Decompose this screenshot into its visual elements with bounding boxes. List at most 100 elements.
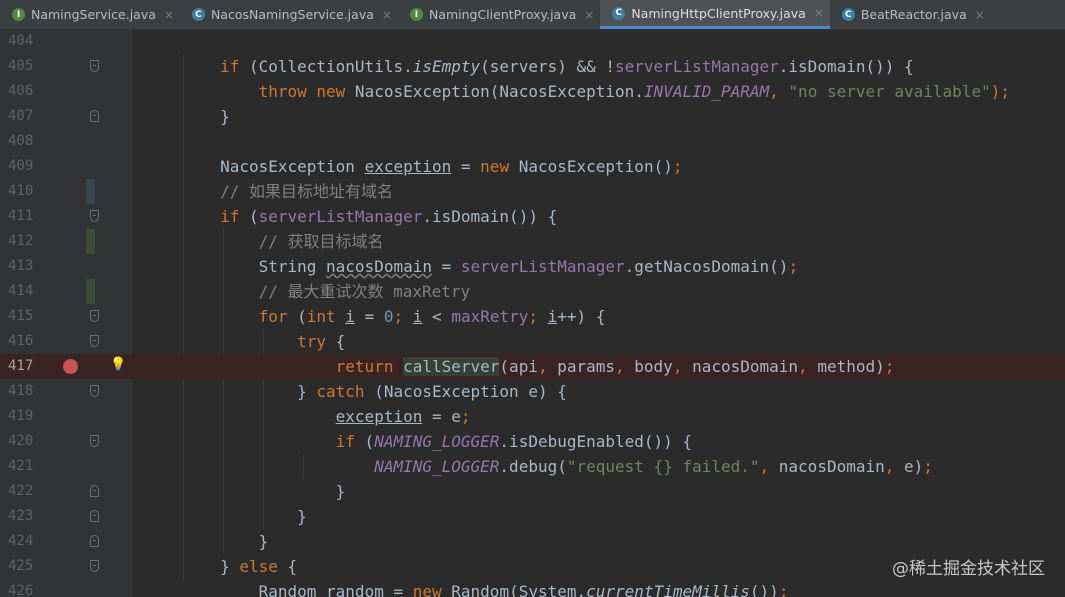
tab-namingservice[interactable]: I NamingService.java × <box>0 0 180 29</box>
code-text[interactable]: Random random = new Random(System.curren… <box>143 579 789 597</box>
line-number: 412 <box>8 233 34 249</box>
code-line[interactable]: 424 } <box>0 529 1065 554</box>
code-line[interactable]: 410 // 如果目标地址有域名 <box>0 179 1065 204</box>
code-text[interactable]: exception = e; <box>143 404 471 429</box>
line-number: 410 <box>8 183 34 199</box>
tab-label: NamingService.java <box>31 7 156 22</box>
fold-icon[interactable] <box>90 335 99 347</box>
code-line[interactable]: 415 for (int i = 0; i < maxRetry; i++) { <box>0 304 1065 329</box>
change-marker[interactable] <box>86 279 95 304</box>
tab-naminghttpclientproxy[interactable]: C NamingHttpClientProxy.java × <box>600 0 830 29</box>
close-icon[interactable]: × <box>584 8 594 22</box>
code-text[interactable]: // 如果目标地址有域名 <box>143 179 393 204</box>
close-icon[interactable]: × <box>975 8 985 22</box>
code-token: serverListManager <box>615 57 779 76</box>
code-line[interactable]: 404 <box>0 29 1065 54</box>
code-token: i <box>547 307 558 326</box>
code-token: body <box>634 357 673 376</box>
fold-icon[interactable] <box>90 310 99 322</box>
code-line[interactable]: 421 NAMING_LOGGER.debug("request {} fail… <box>0 454 1065 479</box>
code-token: new <box>480 157 510 176</box>
intention-bulb-icon[interactable]: 💡 <box>110 357 126 372</box>
code-token: String <box>143 257 327 276</box>
code-token: } <box>143 557 240 576</box>
code-line[interactable]: 414 // 最大重试次数 maxRetry <box>0 279 1065 304</box>
code-text[interactable]: } else { <box>143 554 297 579</box>
code-text[interactable]: } <box>143 529 269 554</box>
fold-icon[interactable] <box>90 60 99 72</box>
close-icon[interactable]: × <box>814 6 824 20</box>
close-icon[interactable]: × <box>382 8 392 22</box>
code-token: .debug( <box>499 457 567 476</box>
code-line[interactable]: 420 if (NAMING_LOGGER.isDebugEnabled()) … <box>0 429 1065 454</box>
line-number: 419 <box>8 408 34 424</box>
line-number: 425 <box>8 558 34 574</box>
code-token: i <box>345 307 355 326</box>
close-icon[interactable]: × <box>164 8 174 22</box>
code-text[interactable]: try { <box>143 329 345 354</box>
fold-icon[interactable] <box>90 110 99 122</box>
tab-beatreactor[interactable]: C BeatReactor.java × <box>830 0 991 29</box>
code-token: ; <box>460 407 471 426</box>
code-token: , <box>537 357 558 376</box>
fold-icon[interactable] <box>90 535 99 547</box>
fold-icon[interactable] <box>90 510 99 522</box>
code-token: } <box>143 107 230 126</box>
code-text[interactable]: if (serverListManager.isDomain()) { <box>143 204 557 229</box>
code-line[interactable]: 405 if (CollectionUtils.isEmpty(servers)… <box>0 54 1065 79</box>
code-text[interactable]: NacosException exception = new NacosExce… <box>143 154 682 179</box>
code-token: currentTimeMillis <box>586 582 750 597</box>
code-text[interactable]: throw new NacosException(NacosException.… <box>143 79 1010 104</box>
code-line[interactable]: 419 exception = e; <box>0 404 1065 429</box>
code-text[interactable]: } <box>143 479 346 504</box>
code-text[interactable]: NAMING_LOGGER.debug("request {} failed."… <box>143 454 933 479</box>
fold-icon[interactable] <box>90 210 99 222</box>
code-token: maxRetry <box>451 307 529 326</box>
tab-nacosnamingservice[interactable]: C NacosNamingService.java × <box>180 0 398 29</box>
line-number: 424 <box>8 533 34 549</box>
code-text[interactable]: if (CollectionUtils.isEmpty(servers) && … <box>143 54 914 79</box>
code-line[interactable]: 408 <box>0 129 1065 154</box>
change-marker[interactable] <box>86 179 95 204</box>
code-text[interactable]: if (NAMING_LOGGER.isDebugEnabled()) { <box>143 429 692 454</box>
code-line[interactable]: 416 try { <box>0 329 1065 354</box>
fold-icon[interactable] <box>90 435 99 447</box>
code-token: ()) <box>749 582 779 597</box>
code-text[interactable]: for (int i = 0; i < maxRetry; i++) { <box>143 304 606 329</box>
code-text[interactable]: String nacosDomain = serverListManager.g… <box>143 254 798 279</box>
code-line[interactable]: 413 String nacosDomain = serverListManag… <box>0 254 1065 279</box>
code-token: if <box>335 432 355 451</box>
code-text[interactable]: // 最大重试次数 maxRetry <box>143 279 471 304</box>
code-line[interactable]: 406 throw new NacosException(NacosExcept… <box>0 79 1065 104</box>
code-token: throw new <box>258 82 346 101</box>
code-token: ; <box>884 357 895 376</box>
interface-file-icon: I <box>409 8 423 21</box>
code-token: try <box>297 332 327 351</box>
code-line[interactable]: 407 } <box>0 104 1065 129</box>
code-line[interactable]: 426 Random random = new Random(System.cu… <box>0 579 1065 597</box>
tab-namingclientproxy[interactable]: I NamingClientProxy.java × <box>398 0 600 29</box>
code-line[interactable]: 412 // 获取目标域名 <box>0 229 1065 254</box>
breakpoint-icon[interactable] <box>63 359 78 374</box>
code-text[interactable]: } <box>143 104 230 129</box>
code-text[interactable]: } catch (NacosException e) { <box>143 379 567 404</box>
code-line[interactable]: 422 } <box>0 479 1065 504</box>
fold-icon[interactable] <box>90 485 99 497</box>
code-line[interactable]: 417 💡 return callServer(api, params, body… <box>0 354 1065 379</box>
code-line[interactable]: 423 } <box>0 504 1065 529</box>
code-editor[interactable]: 404 405 if (CollectionUtils.isEmpty(serve… <box>0 29 1065 597</box>
code-text[interactable]: } <box>143 504 307 529</box>
code-text[interactable]: return callServer(api, params, body, nac… <box>143 354 894 379</box>
change-marker[interactable] <box>86 229 95 254</box>
code-text[interactable]: // 获取目标域名 <box>143 229 384 254</box>
code-line[interactable]: 409 NacosException exception = new Nacos… <box>0 154 1065 179</box>
fold-icon[interactable] <box>90 385 99 397</box>
code-line[interactable]: 411 if (serverListManager.isDomain()) { <box>0 204 1065 229</box>
code-line[interactable]: 418 } catch (NacosException e) { <box>0 379 1065 404</box>
interface-file-icon: I <box>12 8 25 21</box>
fold-icon[interactable] <box>90 560 99 572</box>
tab-label: NamingHttpClientProxy.java <box>631 5 806 21</box>
code-token: ; <box>778 582 789 597</box>
